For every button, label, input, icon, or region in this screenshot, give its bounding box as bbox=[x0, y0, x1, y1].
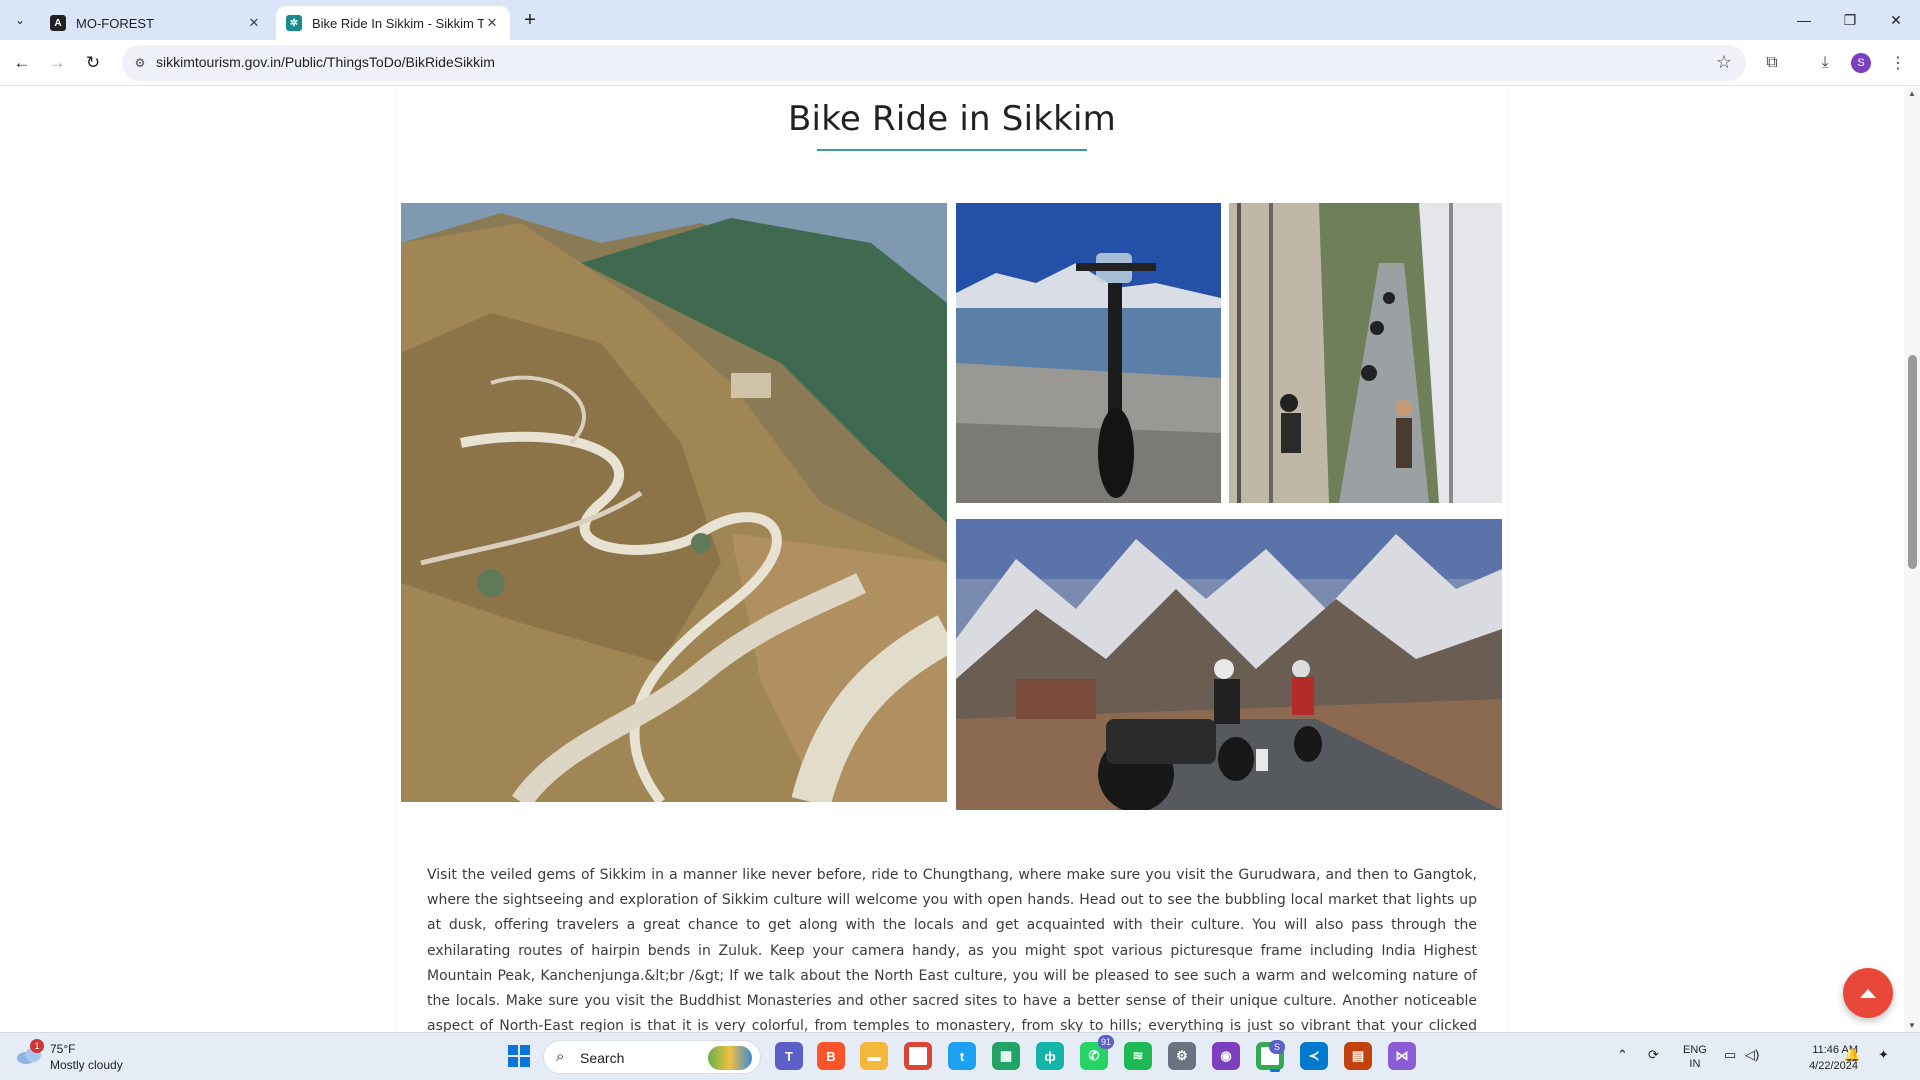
tab-title: Bike Ride In Sikkim - Sikkim To bbox=[312, 15, 484, 31]
search-icon: ⌕ bbox=[556, 1048, 565, 1065]
browser-toolbar: ← → ↻ ⚙ sikkimtourism.gov.in/Public/Thin… bbox=[0, 40, 1920, 86]
vscode-icon[interactable]: ≺ bbox=[1300, 1042, 1328, 1070]
chrome-profile-badge: S bbox=[1269, 1040, 1285, 1054]
description-paragraph: Visit the veiled gems of Sikkim in a man… bbox=[427, 867, 1477, 1032]
minimize-icon[interactable]: — bbox=[1781, 0, 1827, 40]
search-highlight-icon bbox=[708, 1046, 752, 1070]
sheets-icon[interactable]: ▦ bbox=[992, 1042, 1020, 1070]
winrar-icon[interactable]: ▤ bbox=[1344, 1042, 1372, 1070]
sync-icon[interactable]: ⟳ bbox=[1648, 1047, 1659, 1063]
tab-mo-forest[interactable]: A MO-FOREST ✕ bbox=[40, 6, 272, 40]
chrome-icon[interactable] bbox=[904, 1042, 932, 1070]
chevron-up-icon[interactable]: ⌃ bbox=[1617, 1047, 1628, 1063]
scroll-to-top-button[interactable] bbox=[1843, 968, 1893, 1018]
scroll-down-arrow-icon[interactable]: ▼ bbox=[1908, 1021, 1916, 1030]
title-underline bbox=[817, 149, 1087, 151]
windows-start-icon[interactable] bbox=[508, 1045, 530, 1067]
taskbar-search-box[interactable]: ⌕ Search bbox=[543, 1040, 761, 1074]
browser-tab-strip: ⌄ A MO-FOREST ✕ ✲ Bike Ride In Sikkim - … bbox=[0, 0, 1920, 40]
network-icon[interactable]: ▭ bbox=[1724, 1047, 1736, 1063]
page-title: Bike Ride in Sikkim bbox=[788, 99, 1116, 139]
copilot-icon[interactable]: ✦ bbox=[1878, 1047, 1889, 1063]
more-menu-icon[interactable]: ⋮ bbox=[1884, 49, 1912, 77]
close-icon[interactable]: ✕ bbox=[246, 15, 262, 31]
notification-bell-icon[interactable]: 🔔 bbox=[1844, 1047, 1860, 1063]
language-indicator[interactable]: ENG IN bbox=[1683, 1043, 1707, 1071]
teams-icon[interactable]: T bbox=[775, 1042, 803, 1070]
forward-arrow-icon[interactable]: → bbox=[43, 49, 71, 77]
running-indicator bbox=[1270, 1069, 1280, 1072]
whatsapp-badge: 91 bbox=[1097, 1035, 1114, 1049]
visual-studio-icon[interactable]: ⋈ bbox=[1388, 1042, 1416, 1070]
page-viewport: Bike Ride in Sikkim Visit the veiled gem… bbox=[0, 87, 1904, 1032]
close-icon[interactable]: ✕ bbox=[484, 15, 500, 31]
new-tab-plus-icon[interactable]: + bbox=[519, 9, 541, 31]
app-icon[interactable]: ф bbox=[1036, 1042, 1064, 1070]
download-icon[interactable]: ⤓ bbox=[1811, 49, 1839, 77]
twitter-icon[interactable]: t bbox=[948, 1042, 976, 1070]
reload-icon[interactable]: ↻ bbox=[79, 49, 107, 77]
language-line1: ENG bbox=[1683, 1044, 1707, 1056]
mo-forest-favicon-icon: A bbox=[50, 15, 66, 31]
file-explorer-icon[interactable]: ▬ bbox=[860, 1042, 888, 1070]
tab-bike-ride-sikkim[interactable]: ✲ Bike Ride In Sikkim - Sikkim To ✕ bbox=[276, 6, 510, 40]
github-desktop-icon[interactable]: ◉ bbox=[1212, 1042, 1240, 1070]
brave-browser-icon[interactable]: B bbox=[817, 1042, 845, 1070]
weather-condition: Mostly cloudy bbox=[50, 1058, 123, 1072]
restore-icon[interactable]: ❐ bbox=[1827, 0, 1873, 40]
riders-in-mountains-photo[interactable] bbox=[956, 519, 1502, 810]
page-scrollbar[interactable]: ▲ ▼ bbox=[1904, 87, 1920, 1032]
weather-temperature: 75°F bbox=[50, 1042, 76, 1056]
url-text[interactable]: sikkimtourism.gov.in/Public/ThingsToDo/B… bbox=[156, 54, 495, 70]
site-info-icon[interactable]: ⚙ bbox=[130, 53, 150, 73]
search-label: Search bbox=[580, 1050, 625, 1066]
taskbar: 1 75°F Mostly cloudy ⌕ Search T B ▬ t ▦ … bbox=[0, 1032, 1920, 1080]
settings-gear-icon[interactable]: ⚙ bbox=[1168, 1042, 1196, 1070]
volume-icon[interactable]: ◁) bbox=[1745, 1047, 1759, 1063]
window-close-icon[interactable]: ✕ bbox=[1873, 0, 1919, 40]
chrome-profile-icon[interactable]: S bbox=[1256, 1040, 1285, 1072]
extensions-puzzle-icon[interactable]: ⧉ bbox=[1758, 49, 1786, 77]
riders-on-prayer-flag-road-photo[interactable] bbox=[1229, 203, 1502, 503]
arrow-up-icon bbox=[1860, 988, 1876, 998]
sikkim-tourism-favicon-icon: ✲ bbox=[286, 15, 302, 31]
whatsapp-icon[interactable]: ✆ 91 bbox=[1080, 1035, 1114, 1070]
zuluk-hairpin-road-photo[interactable] bbox=[401, 203, 947, 802]
weather-badge: 1 bbox=[30, 1039, 44, 1053]
address-bar[interactable]: ⚙ sikkimtourism.gov.in/Public/ThingsToDo… bbox=[122, 45, 1746, 81]
content-container: Bike Ride in Sikkim Visit the veiled gem… bbox=[397, 87, 1507, 1032]
motorbike-by-lake-photo[interactable] bbox=[956, 203, 1221, 503]
back-arrow-icon[interactable]: ← bbox=[8, 49, 36, 77]
profile-avatar[interactable]: S bbox=[1851, 53, 1871, 73]
weather-widget[interactable]: 1 75°F Mostly cloudy bbox=[16, 1039, 146, 1075]
scroll-up-arrow-icon[interactable]: ▲ bbox=[1908, 89, 1916, 98]
language-line2: IN bbox=[1689, 1058, 1701, 1070]
spotify-icon[interactable]: ≋ bbox=[1124, 1042, 1152, 1070]
tab-title: MO-FOREST bbox=[76, 15, 154, 31]
tab-search-chevron-icon[interactable]: ⌄ bbox=[8, 8, 32, 32]
bookmark-star-icon[interactable]: ☆ bbox=[1716, 52, 1732, 73]
scrollbar-thumb[interactable] bbox=[1908, 355, 1917, 569]
